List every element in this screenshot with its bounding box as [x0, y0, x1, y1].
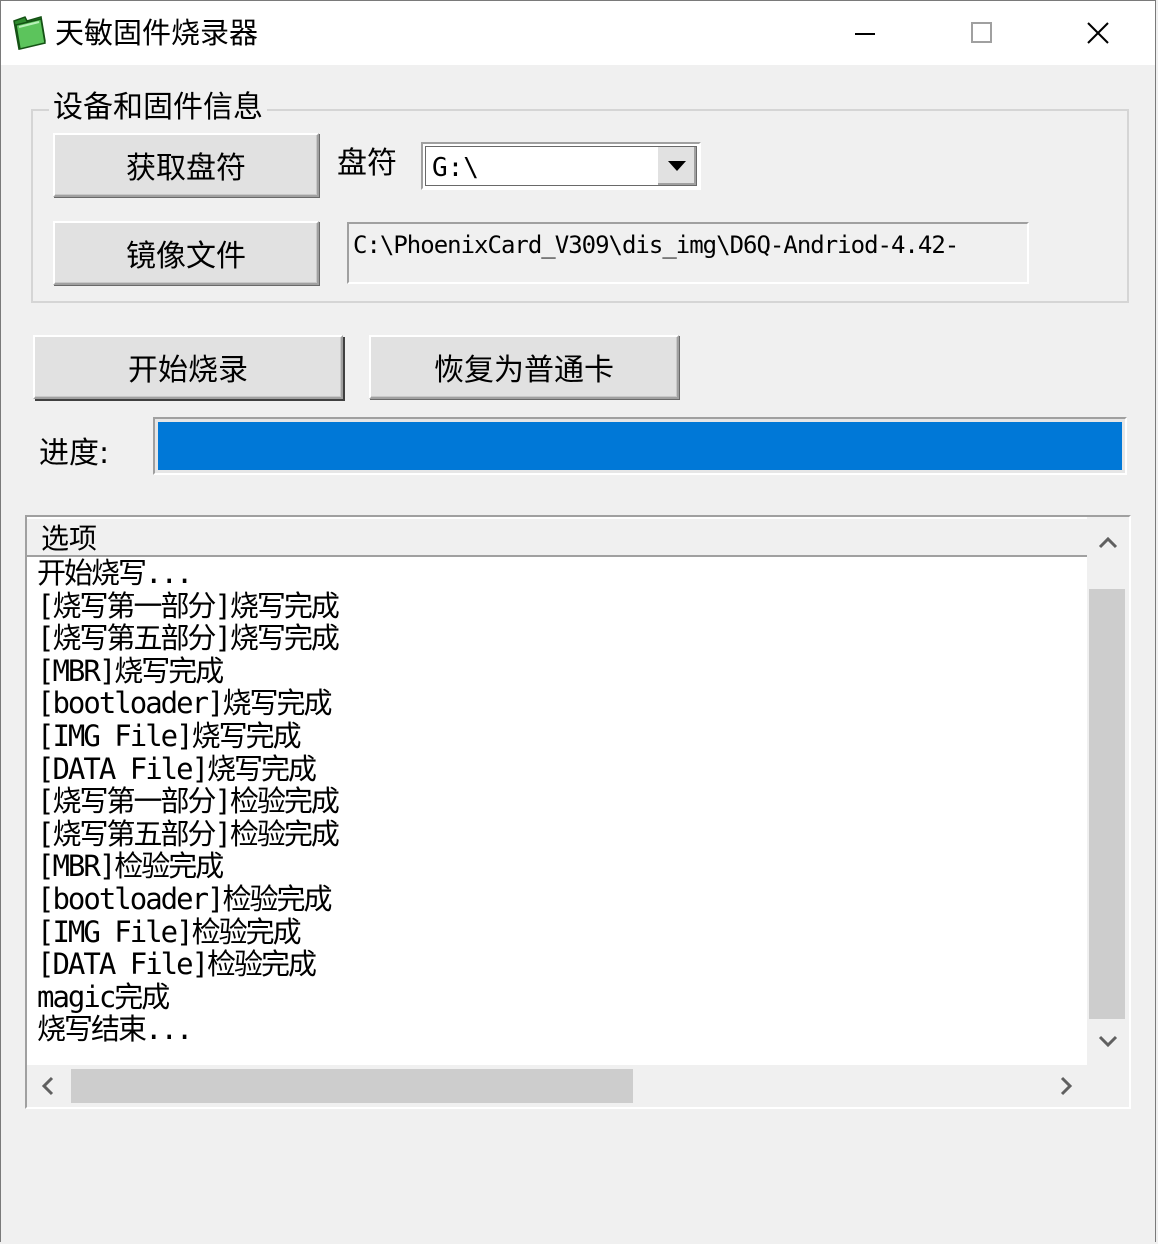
scroll-up-arrow-icon[interactable] [1087, 517, 1129, 565]
image-file-button[interactable]: 镜像文件 [53, 221, 319, 285]
image-file-button-label: 镜像文件 [126, 239, 246, 274]
drive-select[interactable]: G:\ [421, 142, 701, 190]
progress-bar-fill [158, 422, 1122, 470]
get-drive-button[interactable]: 获取盘符 [53, 133, 319, 197]
get-drive-button-label: 获取盘符 [126, 151, 246, 186]
log-row[interactable]: [烧写第一部分]烧写完成 [37, 589, 1085, 623]
drive-label: 盘符 [337, 146, 397, 181]
drive-select-value: G:\ [432, 153, 479, 183]
log-row[interactable]: [MBR]烧写完成 [37, 654, 1085, 688]
progress-bar [153, 417, 1127, 475]
log-column-header-label: 选项 [41, 522, 98, 555]
log-row[interactable]: [烧写第五部分]烧写完成 [37, 622, 1085, 655]
horizontal-scroll-thumb[interactable] [71, 1069, 633, 1103]
scrollbar-corner [1087, 1065, 1129, 1107]
log-row[interactable]: [bootloader]烧写完成 [37, 687, 1085, 720]
log-row[interactable]: [烧写第五部分]检验完成 [37, 817, 1085, 851]
restore-card-button[interactable]: 恢复为普通卡 [369, 335, 679, 399]
log-row[interactable]: 开始烧写... [37, 557, 1085, 590]
image-path-value: C:\PhoenixCard_V309\dis_img\D6Q-Andriod-… [353, 231, 959, 259]
window-title: 天敏固件烧录器 [55, 16, 259, 50]
log-row[interactable]: [bootloader]检验完成 [37, 883, 1085, 916]
log-row[interactable]: [DATA File]检验完成 [37, 948, 1085, 981]
log-row[interactable]: magic完成 [37, 980, 1085, 1014]
log-row[interactable]: [烧写第一部分]检验完成 [37, 785, 1085, 818]
vertical-scroll-thumb[interactable] [1089, 589, 1125, 1019]
folder-app-icon [11, 13, 49, 51]
log-rows: 开始烧写... [烧写第一部分]烧写完成 [烧写第五部分]烧写完成 [MBR]烧写完成… [37, 557, 1085, 1046]
image-path-field[interactable]: C:\PhoenixCard_V309\dis_img\D6Q-Andriod-… [347, 222, 1029, 284]
drive-select-field: G:\ [425, 146, 697, 186]
title-bar[interactable]: 天敏固件烧录器 [1, 1, 1155, 65]
start-burn-button-label: 开始烧录 [128, 353, 248, 388]
client-area: 设备和固件信息 获取盘符 盘符 G:\ 镜像文件 C:\PhoenixCard_… [1, 65, 1155, 1242]
main-window: 天敏固件烧录器 设备和固件信息 获取盘符 盘符 G:\ 镜像文件 C:\Phoe… [0, 0, 1156, 1242]
triangle-down-icon [668, 161, 686, 171]
scroll-left-arrow-icon[interactable] [27, 1065, 69, 1107]
log-column-header[interactable]: 选项 [27, 517, 1087, 557]
close-button[interactable] [1039, 1, 1155, 65]
drive-dropdown-button[interactable] [656, 147, 696, 185]
minimize-button[interactable] [807, 1, 923, 65]
device-firmware-group-label: 设备和固件信息 [49, 89, 267, 127]
maximize-button[interactable] [923, 1, 1039, 65]
restore-card-button-label: 恢复为普通卡 [434, 353, 614, 388]
vertical-scrollbar[interactable] [1087, 517, 1129, 1067]
log-row[interactable]: [MBR]检验完成 [37, 850, 1085, 883]
log-row[interactable]: [IMG File]烧写完成 [37, 720, 1085, 753]
start-burn-button[interactable]: 开始烧录 [33, 335, 343, 399]
log-row[interactable]: 烧写结束... [37, 1013, 1085, 1046]
log-row[interactable]: [DATA File]烧写完成 [37, 752, 1085, 786]
scroll-right-arrow-icon[interactable] [1045, 1065, 1087, 1107]
log-row[interactable]: [IMG File]检验完成 [37, 915, 1085, 949]
scroll-down-arrow-icon[interactable] [1087, 1019, 1129, 1067]
log-listview[interactable]: 选项 开始烧写... [烧写第一部分]烧写完成 [烧写第五部分]烧写完成 [MBR]烧… [25, 515, 1131, 1109]
horizontal-scrollbar[interactable] [27, 1065, 1087, 1107]
progress-label: 进度: [39, 436, 110, 471]
